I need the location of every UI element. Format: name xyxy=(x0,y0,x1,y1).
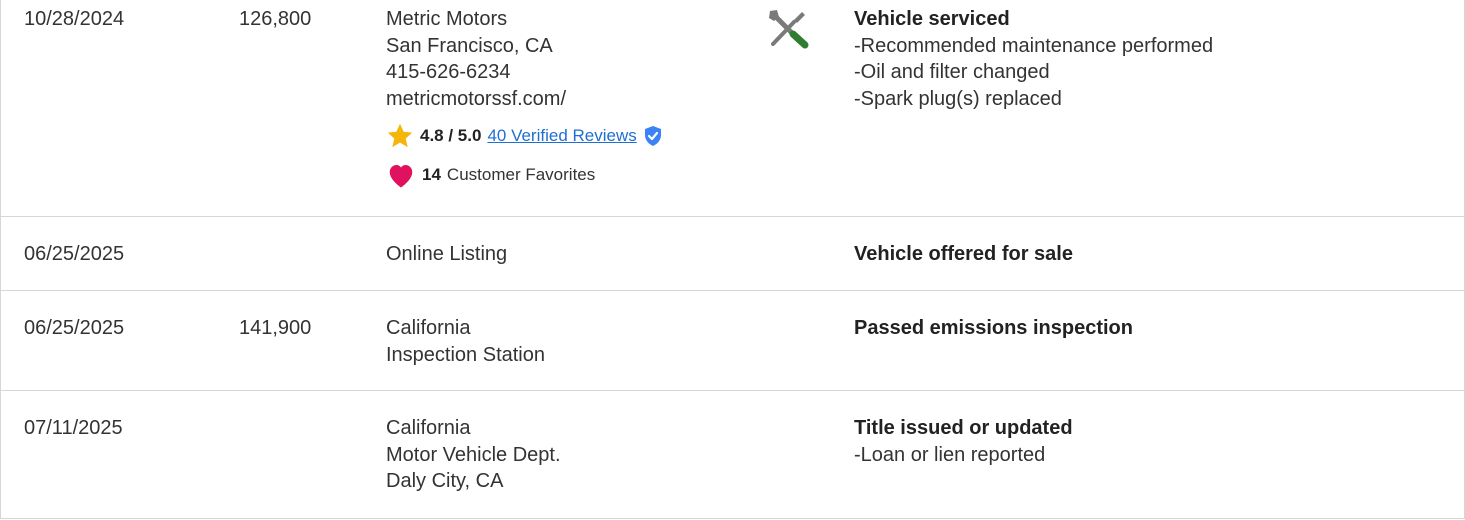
record-source: Online Listing xyxy=(386,241,507,268)
favorites-row: 14 Customer Favorites xyxy=(386,161,663,189)
detail-title: Passed emissions inspection xyxy=(854,317,1133,339)
verified-reviews-link[interactable]: 40 Verified Reviews xyxy=(487,124,636,148)
heart-icon xyxy=(386,161,416,189)
table-row: 10/28/2024 126,800 Metric Motors San Fra… xyxy=(1,0,1464,217)
source-location: Inspection Station xyxy=(386,343,545,366)
record-mileage: 141,900 xyxy=(239,317,312,339)
source-department: Motor Vehicle Dept. xyxy=(386,443,561,466)
favorites-label: Customer Favorites xyxy=(446,165,596,184)
table-row: 06/25/2025 141,900 California Inspection… xyxy=(1,291,1464,391)
detail-title: Vehicle offered for sale xyxy=(854,243,1073,265)
record-date: 06/25/2025 xyxy=(24,317,125,339)
record-date: 06/25/2025 xyxy=(24,243,125,265)
detail-item-text: Spark plug(s) replaced xyxy=(860,87,1062,110)
detail-title: Title issued or updated xyxy=(854,417,1073,439)
source-name: California xyxy=(386,417,471,439)
source-name: Online Listing xyxy=(386,243,508,265)
bullet: - xyxy=(854,61,861,83)
source-location: San Francisco, CA xyxy=(386,34,553,57)
record-details: Title issued or updated -Loan or lien re… xyxy=(854,415,1073,468)
verified-shield-icon xyxy=(643,125,663,147)
bullet: - xyxy=(854,34,861,57)
vehicle-history-table: 10/28/2024 126,800 Metric Motors San Fra… xyxy=(0,0,1465,519)
detail-item: -Spark plug(s) replaced xyxy=(854,86,1213,113)
rating-row: 4.8 / 5.0 40 Verified Reviews xyxy=(386,122,663,150)
bullet: - xyxy=(854,443,861,466)
detail-item: -Loan or lien reported xyxy=(854,442,1073,469)
record-source: California Inspection Station xyxy=(386,315,545,368)
source-phone: 415-626-6234 xyxy=(386,61,511,83)
record-mileage: 126,800 xyxy=(239,8,312,30)
record-source: California Motor Vehicle Dept. Daly City… xyxy=(386,415,561,495)
record-date: 07/11/2025 xyxy=(24,417,123,439)
star-icon xyxy=(386,122,414,150)
record-details: Passed emissions inspection xyxy=(854,315,1133,342)
service-tools-icon xyxy=(767,8,811,58)
source-name: Metric Motors xyxy=(386,8,508,30)
detail-item-text: Loan or lien reported xyxy=(860,443,1046,466)
favorites-count: 14 xyxy=(422,165,441,184)
source-name: California xyxy=(386,317,471,339)
detail-item: -Oil and filter changed xyxy=(854,59,1213,86)
detail-title: Vehicle serviced xyxy=(854,8,1010,30)
record-source: Metric Motors San Francisco, CA 415-626-… xyxy=(386,6,663,189)
bullet: - xyxy=(854,87,861,110)
detail-item-text: Oil and filter changed xyxy=(860,61,1050,83)
detail-item-text: Recommended maintenance performed xyxy=(860,34,1214,57)
record-details: Vehicle serviced -Recommended maintenanc… xyxy=(854,6,1213,112)
table-row: 06/25/2025 Online Listing Vehicle offere… xyxy=(1,217,1464,291)
source-location: Daly City, CA xyxy=(386,470,504,492)
record-details: Vehicle offered for sale xyxy=(854,241,1073,268)
source-website: metricmotorssf.com/ xyxy=(386,87,567,110)
table-row: 07/11/2025 California Motor Vehicle Dept… xyxy=(1,391,1464,517)
detail-item: -Recommended maintenance performed xyxy=(854,33,1213,60)
rating-score: 4.8 / 5.0 xyxy=(420,126,482,145)
record-date: 10/28/2024 xyxy=(24,8,125,30)
